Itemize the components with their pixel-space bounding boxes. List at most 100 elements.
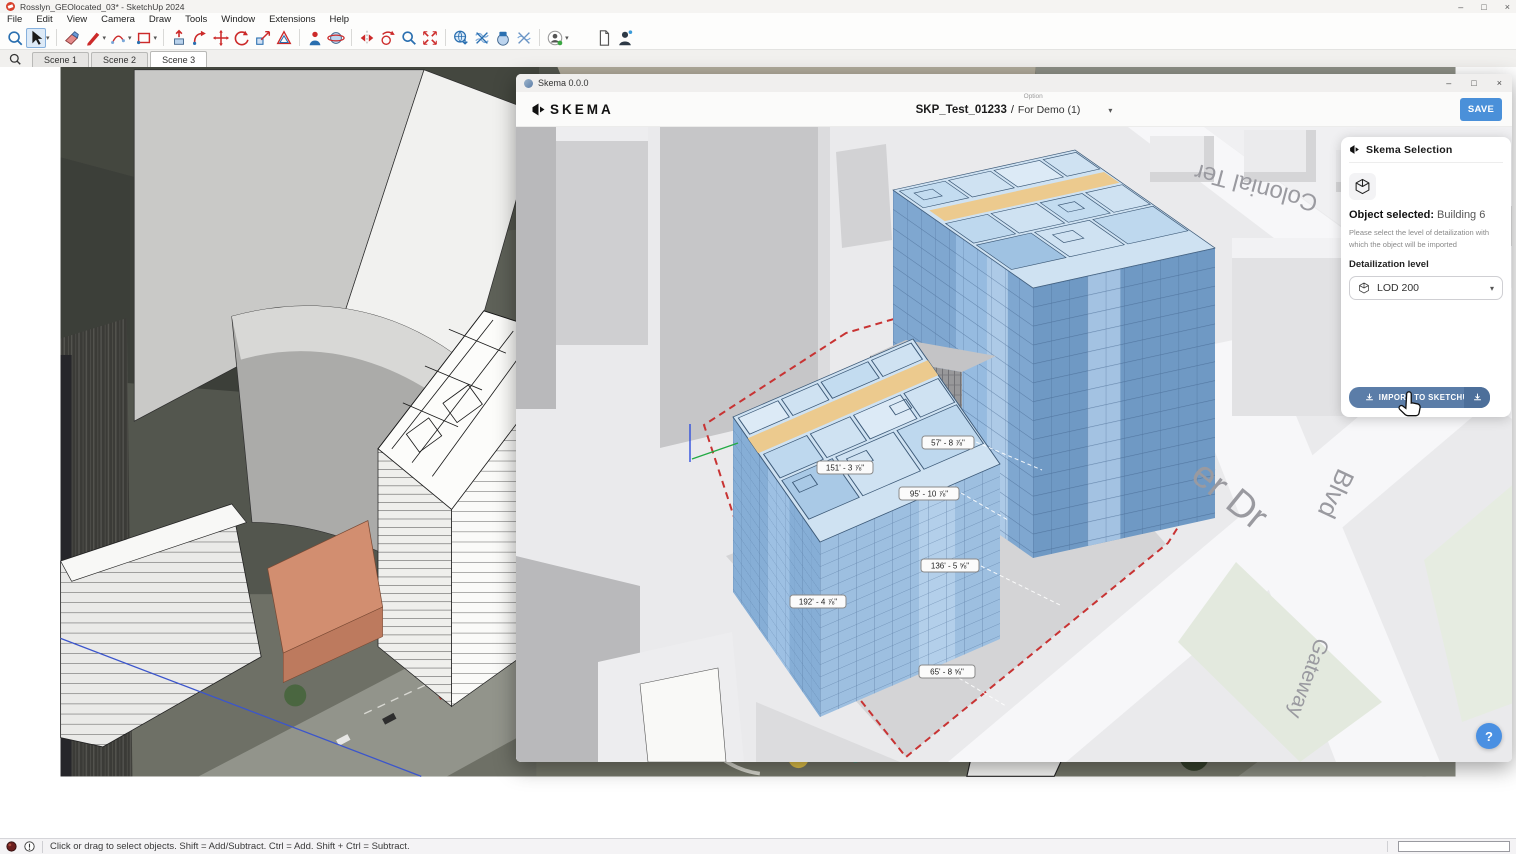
select-tool-icon[interactable] — [26, 28, 46, 48]
option-value: For Demo (1) — [1018, 104, 1080, 116]
lod-cube-icon — [1358, 282, 1370, 294]
select-tool-caret-icon[interactable]: ▾ — [46, 34, 50, 42]
orbit-icon[interactable] — [326, 28, 346, 48]
download-icon — [1473, 393, 1482, 402]
search-icon[interactable] — [5, 28, 25, 48]
toolbar-separator — [445, 29, 446, 46]
panel-title: Skema Selection — [1366, 144, 1452, 156]
pencil-icon[interactable] — [83, 28, 103, 48]
pencil-caret-icon[interactable]: ▾ — [103, 34, 107, 42]
measurement-label: 136' - 5 ⅝" — [921, 559, 979, 572]
help-button[interactable]: ? — [1476, 723, 1502, 749]
zoom-icon[interactable] — [399, 28, 419, 48]
skema-header: SKEMA Option SKP_Test_01233 / For Demo (… — [516, 92, 1512, 127]
toolbar-separator — [299, 29, 300, 46]
measurement-label: 95' - 10 ⅞" — [899, 487, 959, 500]
position-camera-icon[interactable] — [305, 28, 325, 48]
rotate-view-icon[interactable] — [378, 28, 398, 48]
sign-in-caret-icon[interactable]: ▾ — [565, 34, 569, 42]
move-icon[interactable] — [211, 28, 231, 48]
maximize-button[interactable]: □ — [1481, 2, 1486, 12]
measurement-label: 151' - 3 ⅞" — [817, 461, 873, 474]
mouse-cursor — [1396, 390, 1424, 426]
description-line-2: which the object will be imported — [1349, 239, 1503, 251]
sketchup-logo-icon — [6, 2, 15, 11]
toolbar-separator — [539, 29, 540, 46]
scene-tabs-bar: Scene 1 Scene 2 Scene 3 — [0, 50, 1516, 67]
minimize-button[interactable]: – — [1458, 2, 1463, 12]
window-title: Rosslyn_GEOlocated_03* - SketchUp 2024 — [20, 2, 184, 12]
arc-icon[interactable] — [108, 28, 128, 48]
toolbar-separator — [56, 29, 57, 46]
skema-app-icon — [524, 79, 533, 88]
sign-in-avatar-icon[interactable] — [545, 28, 565, 48]
sandbox-icon[interactable] — [514, 28, 534, 48]
description-line-1: Please select the level of detailization… — [1349, 227, 1503, 239]
account-avatar-icon[interactable] — [615, 28, 635, 48]
skema-logo-icon — [531, 102, 546, 117]
menu-edit[interactable]: Edit — [29, 14, 59, 25]
object-cube-badge — [1349, 173, 1376, 200]
eraser-icon[interactable] — [62, 28, 82, 48]
photo-textures-icon[interactable] — [493, 28, 513, 48]
zoom-extents-icon[interactable] — [420, 28, 440, 48]
follow-me-icon[interactable] — [190, 28, 210, 48]
arc-caret-icon[interactable]: ▾ — [128, 34, 132, 42]
toggle-terrain-icon[interactable] — [472, 28, 492, 48]
skema-minimize-button[interactable]: – — [1446, 78, 1451, 88]
scene-search-icon[interactable] — [8, 52, 22, 66]
save-button[interactable]: SAVE — [1460, 98, 1502, 121]
svg-text:151' - 3 ⅞": 151' - 3 ⅞" — [826, 464, 864, 473]
project-name: SKP_Test_01233 — [916, 104, 1007, 116]
lod-caret-icon[interactable]: ▾ — [1490, 284, 1494, 293]
menu-draw[interactable]: Draw — [142, 14, 178, 25]
scale-icon[interactable] — [253, 28, 273, 48]
menubar: File Edit View Camera Draw Tools Window … — [0, 13, 1516, 26]
object-selected-line: Object selected: Building 6 — [1349, 209, 1503, 221]
skema-maximize-button[interactable]: □ — [1471, 78, 1476, 88]
rectangle-icon[interactable] — [134, 28, 154, 48]
menu-camera[interactable]: Camera — [94, 14, 142, 25]
new-file-icon[interactable] — [594, 28, 614, 48]
skema-titlebar: Skema 0.0.0 – □ × — [516, 74, 1512, 92]
menu-extensions[interactable]: Extensions — [262, 14, 322, 25]
model-info-icon[interactable] — [24, 841, 35, 852]
import-download-cap[interactable] — [1464, 387, 1490, 408]
cube-icon — [1354, 178, 1371, 195]
tab-scene-2[interactable]: Scene 2 — [91, 52, 148, 67]
menu-view[interactable]: View — [60, 14, 94, 25]
lod-dropdown[interactable]: LOD 200 ▾ — [1349, 276, 1503, 300]
push-pull-icon[interactable] — [169, 28, 189, 48]
toolbar: ▾ ▾ ▾ ▾ ▾ — [0, 26, 1516, 50]
skema-window-title: Skema 0.0.0 — [538, 78, 589, 88]
skema-selection-panel: Skema Selection Object selected: Buildin… — [1341, 137, 1511, 417]
measurements-input[interactable] — [1398, 841, 1510, 852]
statusbar-hint: Click or drag to select objects. Shift =… — [50, 841, 410, 852]
menu-file[interactable]: File — [0, 14, 29, 25]
option-caret-icon[interactable]: ▾ — [1108, 106, 1112, 115]
tab-scene-3[interactable]: Scene 3 — [150, 51, 207, 67]
measurement-label: 57' - 8 ⅞" — [922, 436, 974, 449]
import-button-label: IMPORT TO SKETCHUP — [1379, 393, 1474, 402]
tab-scene-1[interactable]: Scene 1 — [32, 52, 89, 67]
measurement-label: 65' - 8 ⅝" — [919, 665, 975, 678]
offset-icon[interactable] — [274, 28, 294, 48]
svg-text:57' - 8 ⅞": 57' - 8 ⅞" — [931, 439, 965, 448]
menu-window[interactable]: Window — [214, 14, 262, 25]
toolbar-separator — [163, 29, 164, 46]
skema-close-button[interactable]: × — [1497, 78, 1502, 88]
download-icon — [1365, 393, 1374, 402]
close-button[interactable]: × — [1505, 2, 1510, 12]
geolocation-status-icon[interactable] — [6, 841, 17, 852]
menu-tools[interactable]: Tools — [178, 14, 214, 25]
menu-help[interactable]: Help — [323, 14, 357, 25]
rotate-icon[interactable] — [232, 28, 252, 48]
svg-text:192' - 4 ⅞": 192' - 4 ⅞" — [799, 598, 837, 607]
rectangle-caret-icon[interactable]: ▾ — [154, 34, 158, 42]
project-selector[interactable]: Option SKP_Test_01233 / For Demo (1) ▾ — [916, 95, 1113, 116]
svg-text:136' - 5 ⅝": 136' - 5 ⅝" — [931, 562, 969, 571]
panel-description: Please select the level of detailization… — [1349, 227, 1503, 250]
add-location-icon[interactable] — [451, 28, 471, 48]
flip-icon[interactable] — [357, 28, 377, 48]
measurements-divider — [1387, 841, 1388, 852]
